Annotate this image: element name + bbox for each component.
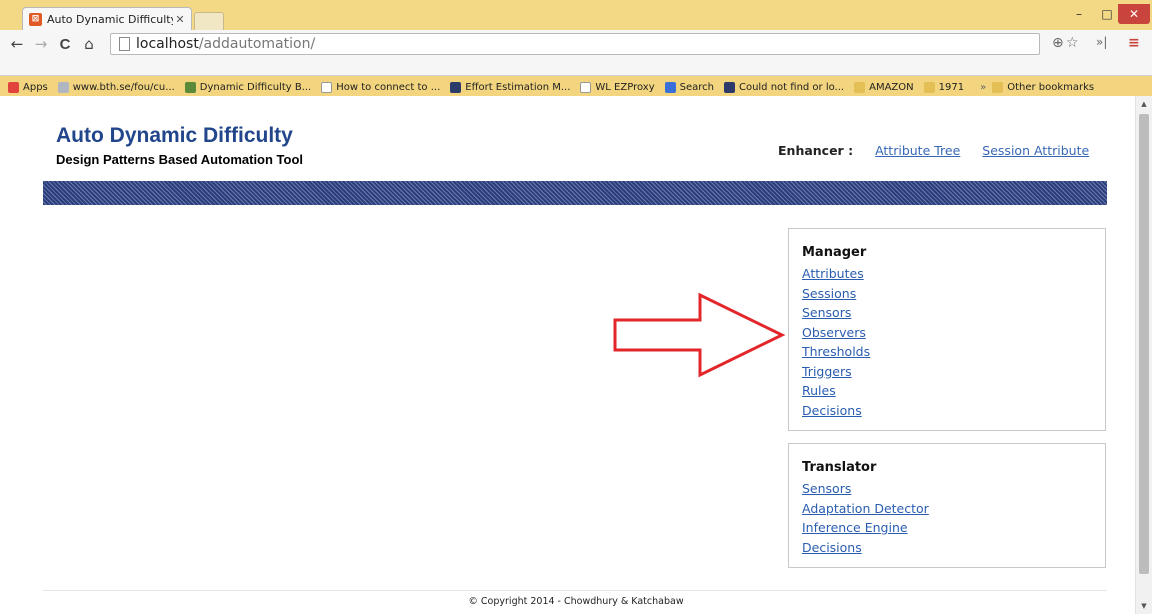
bookmark-item[interactable]: 1971 — [923, 81, 965, 93]
vs-icon — [723, 81, 735, 93]
bookmark-item[interactable]: Effort Estimation M... — [450, 81, 571, 93]
minimize-button[interactable]: – — [1066, 4, 1092, 24]
close-window-button[interactable]: ✕ — [1118, 4, 1150, 24]
translator-menu: Translator Sensors Adaptation Detector I… — [788, 443, 1106, 568]
folder-icon — [923, 81, 935, 93]
bookmark-label: Dynamic Difficulty B... — [199, 81, 312, 93]
igi-icon — [450, 81, 462, 93]
translator-inference-engine-link[interactable]: Inference Engine — [802, 518, 1092, 538]
other-bookmarks-label: Other bookmarks — [1007, 81, 1095, 93]
translator-decisions-link[interactable]: Decisions — [802, 538, 1092, 558]
browser-titlebar: ⊠ Auto Dynamic Difficulty A ✕ – □ ✕ — [0, 0, 1152, 31]
header-nav: Enhancer : Attribute Tree Session Attrib… — [778, 143, 1111, 158]
bookmark-item[interactable]: WL EZProxy — [580, 81, 655, 93]
page-icon — [580, 81, 592, 93]
dynamic-logo-icon — [184, 81, 196, 93]
translator-heading: Translator — [802, 460, 877, 475]
bookmark-item[interactable]: Dynamic Difficulty B... — [184, 81, 312, 93]
bookmark-label: Apps — [23, 81, 48, 93]
scroll-down-icon[interactable]: ▼ — [1136, 598, 1152, 614]
bookmark-item[interactable]: Apps — [8, 81, 48, 93]
tab-close-icon[interactable]: ✕ — [173, 13, 187, 26]
bookmarks-bar: Apps www.bth.se/fou/cu... Dynamic Difficul… — [0, 78, 1152, 96]
enhancer-label: Enhancer : — [778, 143, 854, 158]
google-search-icon — [664, 81, 676, 93]
manager-heading: Manager — [802, 245, 867, 260]
vertical-scrollbar[interactable]: ▲ ▼ — [1135, 96, 1152, 614]
bookmark-label: www.bth.se/fou/cu... — [72, 81, 175, 93]
browser-toolbar: ← → C ⌂ localhost/addautomation/ ⊕ ☆ »| … — [0, 30, 1152, 76]
red-arrow-icon — [613, 292, 786, 378]
manager-menu: Manager Attributes Sessions Sensors Obse… — [788, 228, 1106, 431]
xampp-favicon-icon: ⊠ — [29, 13, 42, 26]
translator-sensors-link[interactable]: Sensors — [802, 479, 1092, 499]
attribute-tree-link[interactable]: Attribute Tree — [875, 143, 960, 158]
manager-sessions-link[interactable]: Sessions — [802, 284, 1092, 304]
manager-rules-link[interactable]: Rules — [802, 381, 1092, 401]
bookmark-label: Effort Estimation M... — [465, 81, 571, 93]
folder-icon — [992, 81, 1004, 93]
other-bookmarks[interactable]: Other bookmarks — [992, 81, 1095, 93]
forward-button[interactable]: → — [32, 35, 50, 53]
url-host: localhost — [136, 36, 199, 52]
page-icon — [321, 81, 333, 93]
page-icon — [119, 37, 130, 51]
chrome-menu-icon[interactable]: ≡ — [1128, 35, 1140, 51]
home-button[interactable]: ⌂ — [80, 35, 98, 53]
new-tab-button[interactable] — [194, 12, 224, 30]
manager-triggers-link[interactable]: Triggers — [802, 362, 1092, 382]
zoom-icon[interactable]: ⊕ — [1052, 35, 1064, 51]
manager-attributes-link[interactable]: Attributes — [802, 264, 1092, 284]
bookmark-label: How to connect to ... — [336, 81, 441, 93]
header-banner — [43, 181, 1107, 205]
apps-grid-icon — [8, 81, 19, 93]
bookmarks-overflow-icon[interactable]: » — [980, 82, 986, 93]
copyright-text: © Copyright 2014 - Chowdhury & Katchabaw — [468, 596, 684, 607]
scroll-thumb[interactable] — [1139, 114, 1149, 574]
manager-observers-link[interactable]: Observers — [802, 323, 1092, 343]
translator-adaptation-detector-link[interactable]: Adaptation Detector — [802, 499, 1092, 519]
extensions-overflow-icon[interactable]: »| — [1096, 35, 1107, 49]
url-path: /addautomation/ — [198, 36, 316, 52]
bookmark-item[interactable]: www.bth.se/fou/cu... — [57, 81, 175, 93]
bookmark-star-icon[interactable]: ☆ — [1066, 35, 1079, 51]
address-bar[interactable]: localhost/addautomation/ — [110, 33, 1040, 55]
bookmark-item[interactable]: Search — [664, 81, 714, 93]
bookmark-item[interactable]: Could not find or lo... — [723, 81, 845, 93]
folder-icon — [854, 81, 866, 93]
manager-decisions-link[interactable]: Decisions — [802, 401, 1092, 421]
maximize-button[interactable]: □ — [1094, 4, 1120, 24]
scroll-up-icon[interactable]: ▲ — [1136, 96, 1152, 112]
reload-button[interactable]: C — [56, 35, 74, 53]
bookmark-label: 1971 — [938, 81, 965, 93]
bookmark-label: Could not find or lo... — [738, 81, 845, 93]
bookmark-label: WL EZProxy — [595, 81, 655, 93]
bookmark-item[interactable]: How to connect to ... — [321, 81, 441, 93]
manager-sensors-link[interactable]: Sensors — [802, 303, 1092, 323]
bookmark-item[interactable]: AMAZON — [854, 81, 914, 93]
tab-title: Auto Dynamic Difficulty A — [47, 13, 173, 26]
back-button[interactable]: ← — [8, 35, 26, 53]
session-attribute-link[interactable]: Session Attribute — [982, 143, 1089, 158]
browser-tab[interactable]: ⊠ Auto Dynamic Difficulty A ✕ — [22, 7, 192, 31]
globe-icon — [57, 81, 69, 93]
page-viewport: Auto Dynamic Difficulty Design Patterns … — [0, 96, 1152, 614]
footer-divider — [43, 590, 1107, 591]
manager-thresholds-link[interactable]: Thresholds — [802, 342, 1092, 362]
bookmark-label: Search — [679, 81, 714, 93]
page-title: Auto Dynamic Difficulty — [56, 124, 293, 147]
bookmark-label: AMAZON — [869, 81, 914, 93]
page-subtitle: Design Patterns Based Automation Tool — [56, 152, 304, 167]
